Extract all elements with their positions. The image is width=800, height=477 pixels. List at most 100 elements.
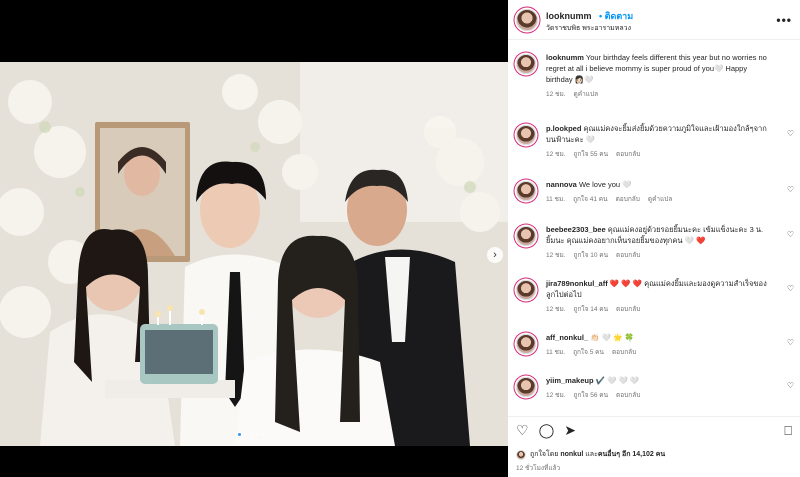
- caption-meta: 12 ชม. ดูคำแปล: [546, 89, 774, 99]
- comment-username[interactable]: beebee2303_bee: [546, 225, 606, 234]
- comment-body: beebee2303_bee คุณแม่คงอยู่ด้วยรอยยิ้มนะ…: [546, 224, 774, 260]
- posted-time: 12 ชั่วโมงที่แล้ว: [516, 465, 561, 472]
- comment-row: aff_nonkul_ 👏🏻 🤍 🌟 🍀 11 ชม. ถูกใจ 5 คน ตอบก…: [508, 332, 800, 357]
- comment-likes[interactable]: ถูกใจ 10 คน: [574, 250, 609, 260]
- comment-content: 👏🏻 🤍 🌟 🍀: [590, 333, 634, 342]
- comment-username[interactable]: yiim_makeup: [546, 376, 594, 385]
- comment-time: 12 ชม.: [546, 252, 566, 259]
- comment-likes[interactable]: ถูกใจ 14 คน: [574, 304, 609, 314]
- likes-user[interactable]: nonkul: [560, 451, 583, 458]
- carousel-dot: [250, 433, 253, 436]
- caption: looknumm Your birthday feels different t…: [508, 52, 800, 99]
- avatar[interactable]: [516, 8, 538, 31]
- follow-button[interactable]: • ติดตาม: [599, 11, 633, 21]
- post-photo: [0, 62, 508, 446]
- photo-carousel-dots: [238, 433, 265, 436]
- post-side-panel: looknumm • ติดตาม วัดราชบพิธ พระอารามหลว…: [508, 0, 800, 477]
- see-translation-link[interactable]: ดูคำแปล: [648, 194, 673, 204]
- comment-heart-icon[interactable]: ♡: [787, 230, 794, 239]
- comment-row: beebee2303_bee คุณแม่คงอยู่ด้วยรอยยิ้มนะ…: [508, 224, 800, 260]
- comment-row: nannova We love you 🤍 11 ชม. ถูกใจ 41 คน ตอ…: [508, 179, 800, 204]
- comment-body: nannova We love you 🤍 11 ชม. ถูกใจ 41 คน ตอ…: [546, 179, 774, 204]
- comment-username[interactable]: jira789nonkul_aff: [546, 279, 608, 288]
- more-options-icon[interactable]: •••: [776, 13, 792, 27]
- caption-time: 12 ชม.: [546, 91, 566, 98]
- comment-username[interactable]: nannova: [546, 180, 577, 189]
- post-header-text: looknumm • ติดตาม วัดราชบพิธ พระอารามหลว…: [546, 6, 776, 32]
- comment-body: yiim_makeup ✔️ 🤍 🤍 🤍 12 ชม. ถูกใจ 56 คน ตอบ…: [546, 375, 774, 400]
- post-location[interactable]: วัดราชบพิธ พระอารามหลวง: [546, 25, 776, 33]
- caption-username[interactable]: looknumm: [546, 53, 584, 62]
- see-translation-link[interactable]: ดูคำแปล: [574, 89, 599, 99]
- share-icon[interactable]: ➤: [564, 422, 576, 439]
- comment-heart-icon[interactable]: ♡: [787, 129, 794, 138]
- comment-body: jira789nonkul_aff ❤️ ❤️ ❤️ คุณแม่คงยิ้มแ…: [546, 278, 774, 314]
- comment-time: 12 ชม.: [546, 151, 566, 158]
- comment-heart-icon[interactable]: ♡: [787, 338, 794, 347]
- comment-meta: 12 ชม. ถูกใจ 56 คน ตอบกลับ: [546, 390, 774, 400]
- next-photo-button[interactable]: ›: [487, 247, 503, 263]
- comment-heart-icon[interactable]: ♡: [787, 381, 794, 390]
- comment-time: 11 ชม.: [546, 349, 566, 356]
- comment-text: nannova We love you 🤍: [546, 179, 774, 190]
- likes-others[interactable]: คนอื่นๆ อีก 14,102 คน: [598, 449, 665, 460]
- comment-row: yiim_makeup ✔️ 🤍 🤍 🤍 12 ชม. ถูกใจ 56 คน ตอบ…: [508, 375, 800, 400]
- comment-likes[interactable]: ถูกใจ 5 คน: [573, 347, 604, 357]
- carousel-dot: [256, 433, 259, 436]
- comment-text: beebee2303_bee คุณแม่คงอยู่ด้วยรอยยิ้มนะ…: [546, 224, 774, 246]
- comment-meta: 11 ชม. ถูกใจ 5 คน ตอบกลับ: [546, 347, 774, 357]
- chevron-right-icon: ›: [493, 249, 497, 261]
- comment-meta: 12 ชม. ถูกใจ 14 คน ตอบกลับ: [546, 304, 774, 314]
- comment-meta: 11 ชม. ถูกใจ 41 คน ตอบกลับ ดูคำแปล: [546, 194, 774, 204]
- comments-list[interactable]: looknumm Your birthday feels different t…: [508, 46, 800, 414]
- comment-row: jira789nonkul_aff ❤️ ❤️ ❤️ คุณแม่คงยิ้มแ…: [508, 278, 800, 314]
- comment-text: jira789nonkul_aff ❤️ ❤️ ❤️ คุณแม่คงยิ้มแ…: [546, 278, 774, 300]
- avatar[interactable]: [516, 280, 536, 300]
- avatar[interactable]: [516, 181, 536, 201]
- reply-link[interactable]: ตอบกลับ: [616, 390, 640, 400]
- post-header: looknumm • ติดตาม วัดราชบพิธ พระอารามหลว…: [508, 0, 800, 40]
- comment-username[interactable]: aff_nonkul_: [546, 333, 588, 342]
- avatar[interactable]: [516, 377, 536, 397]
- comment-body: p.lookped คุณแม่คงจะยิ้มส่งยิ้มด้วยความภ…: [546, 123, 774, 159]
- carousel-dot: [244, 433, 247, 436]
- comment-icon[interactable]: ◯: [539, 422, 555, 439]
- comment-heart-icon[interactable]: ♡: [787, 185, 794, 194]
- comment-meta: 12 ชม. ถูกใจ 10 คน ตอบกลับ: [546, 250, 774, 260]
- reply-link[interactable]: ตอบกลับ: [616, 304, 640, 314]
- avatar[interactable]: [516, 125, 536, 145]
- likes-prefix: ถูกใจโดย: [530, 451, 559, 458]
- comment-username[interactable]: p.lookped: [546, 124, 581, 133]
- carousel-dot: [238, 433, 241, 436]
- avatar[interactable]: [516, 334, 536, 354]
- comment-likes[interactable]: ถูกใจ 55 คน: [574, 149, 609, 159]
- bookmark-icon[interactable]: ⎕: [784, 423, 792, 439]
- reply-link[interactable]: ตอบกลับ: [612, 347, 636, 357]
- reply-link[interactable]: ตอบกลับ: [616, 250, 640, 260]
- comment-likes[interactable]: ถูกใจ 41 คน: [573, 194, 608, 204]
- comment-heart-icon[interactable]: ♡: [787, 284, 794, 293]
- comment-likes[interactable]: ถูกใจ 56 คน: [574, 390, 609, 400]
- comment-meta: 12 ชม. ถูกใจ 55 คน ตอบกลับ: [546, 149, 774, 159]
- comment-text: aff_nonkul_ 👏🏻 🤍 🌟 🍀: [546, 332, 774, 343]
- author-username[interactable]: looknumm: [546, 11, 592, 21]
- heart-icon[interactable]: ♡: [516, 422, 529, 439]
- comment-rows: p.lookped คุณแม่คงจะยิ้มส่งยิ้มด้วยความภ…: [508, 123, 800, 414]
- likes-summary: ถูกใจโดย nonkul และ คนอื่นๆ อีก 14,102 ค…: [516, 449, 665, 460]
- avatar[interactable]: [516, 449, 526, 460]
- avatar[interactable]: [516, 226, 536, 246]
- comment-content: ✔️ 🤍 🤍 🤍: [595, 376, 640, 385]
- comment-time: 11 ชม.: [546, 196, 566, 203]
- comment-content: We love you 🤍: [578, 180, 632, 189]
- comment-body: aff_nonkul_ 👏🏻 🤍 🌟 🍀 11 ชม. ถูกใจ 5 คน ตอบก…: [546, 332, 774, 357]
- follow-label[interactable]: ติดตาม: [605, 11, 634, 21]
- comment-time: 12 ชม.: [546, 392, 566, 399]
- comment-row: p.lookped คุณแม่คงจะยิ้มส่งยิ้มด้วยความภ…: [508, 123, 800, 159]
- comment-time: 12 ชม.: [546, 306, 566, 313]
- reply-link[interactable]: ตอบกลับ: [616, 149, 640, 159]
- reply-link[interactable]: ตอบกลับ: [616, 194, 640, 204]
- caption-text: looknumm Your birthday feels different t…: [546, 52, 774, 85]
- comment-text: yiim_makeup ✔️ 🤍 🤍 🤍: [546, 375, 774, 386]
- avatar[interactable]: [516, 54, 536, 74]
- post-actions: ♡ ◯ ➤ ⎕: [508, 416, 800, 444]
